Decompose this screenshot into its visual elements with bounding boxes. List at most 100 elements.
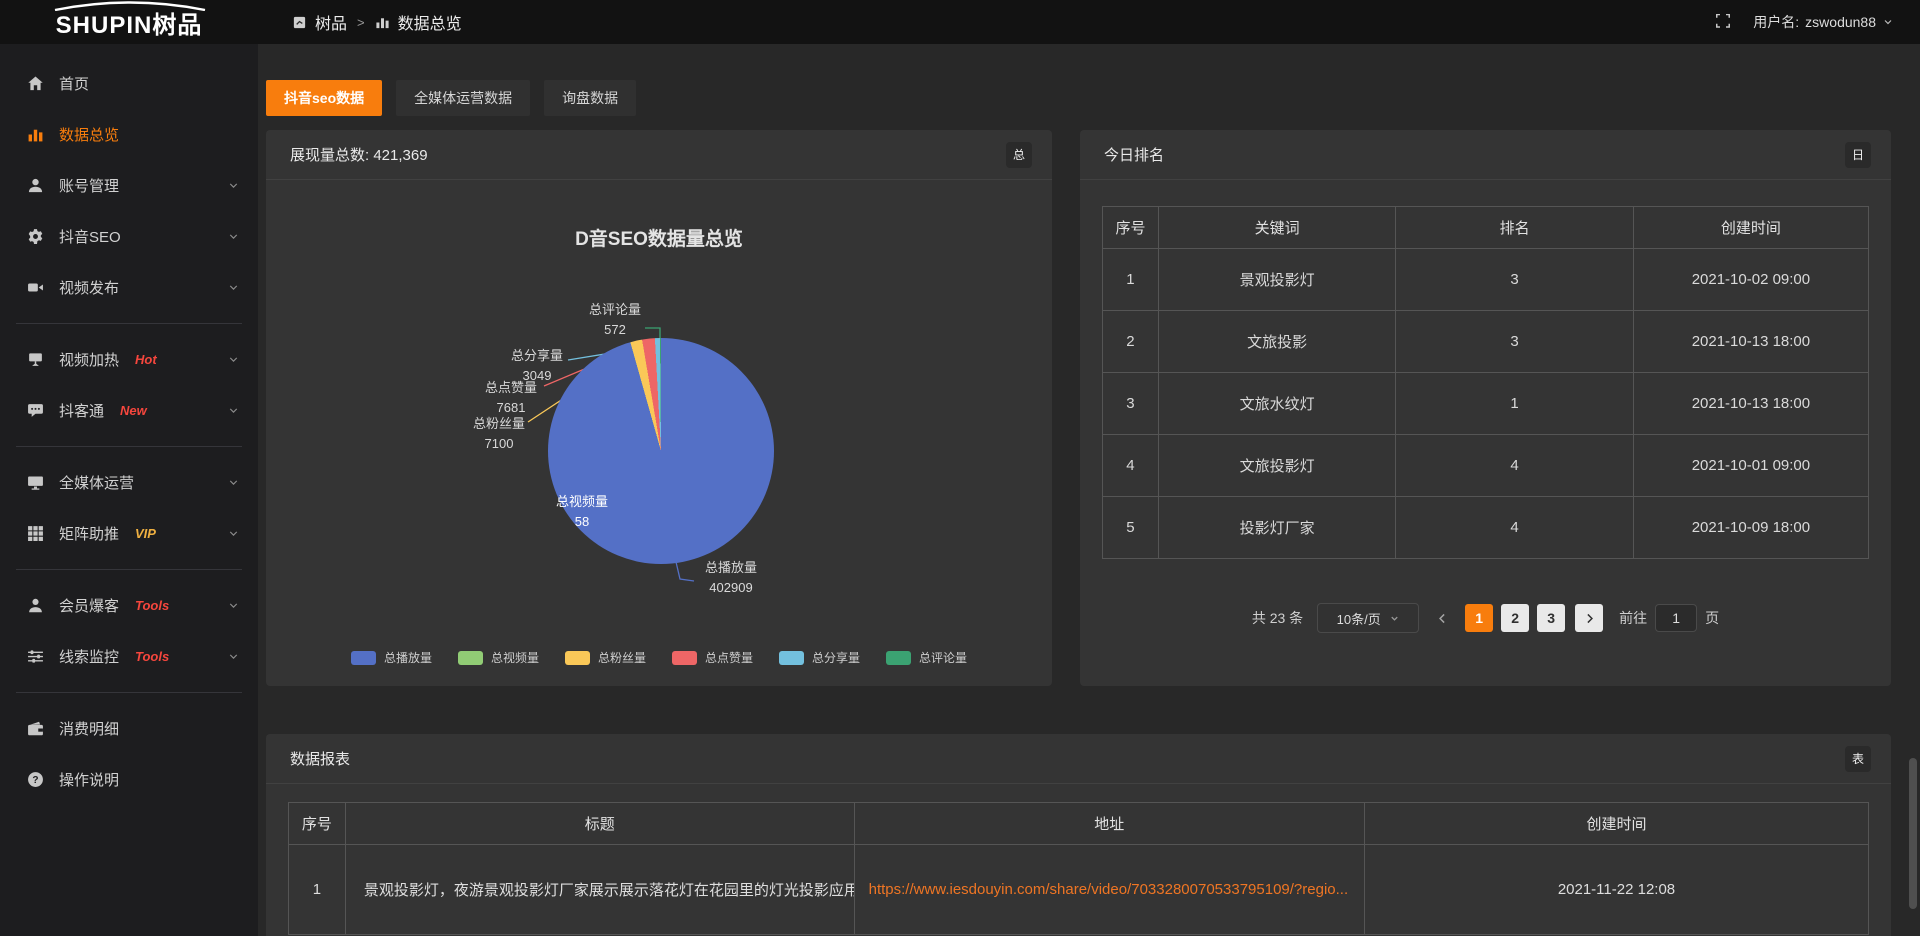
legend-item[interactable]: 总粉丝量 [565,649,646,666]
sidebar-item-clue-monitor[interactable]: 线索监控 Tools [0,631,258,682]
rank-table-row: 5投影灯厂家42021-10-09 18:00 [1103,497,1869,559]
sidebar-item-badge: Tools [135,649,169,664]
table-cell: 1 [1396,373,1633,435]
column-header: 关键词 [1158,207,1395,249]
report-table-row: 1景观投影灯，夜游景观投影灯厂家展示展示落花灯在花园里的灯光投影应用效果 #ht… [289,845,1869,935]
pagination: 共 23 条 10条/页 123 [1102,603,1869,633]
data-report-panel: 数据报表 表 序号标题地址创建时间 1景观投影灯，夜游景观投影灯厂家展示展示落花… [266,734,1891,936]
legend-item[interactable]: 总评论量 [886,649,967,666]
legend-item[interactable]: 总视频量 [458,649,539,666]
report-panel-title: 数据报表 [290,748,350,769]
table-cell: 4 [1396,435,1633,497]
tab-1[interactable]: 抖音seo数据 [266,80,382,116]
chevron-down-icon [227,599,240,612]
legend-label: 总点赞量 [705,649,753,666]
screen-icon [27,351,44,368]
sidebar-item-overview[interactable]: 数据总览 [0,109,258,160]
sidebar-item-badge: Tools [135,598,169,613]
table-cell: 4 [1396,497,1633,559]
column-header: 创建时间 [1364,803,1868,845]
overview-stat: 展现量总数: 421,369 [290,144,428,165]
home-icon [27,75,44,92]
sidebar-item-label: 抖客通 [59,400,104,421]
legend-item[interactable]: 总分享量 [779,649,860,666]
column-header: 创建时间 [1633,207,1868,249]
rank-table-row: 2文旅投影32021-10-13 18:00 [1103,311,1869,373]
chevron-down-icon [1882,16,1894,28]
sidebar-item-account[interactable]: 账号管理 [0,160,258,211]
app-square-icon [292,15,307,30]
column-header: 地址 [854,803,1364,845]
chevron-down-icon [227,353,240,366]
sidebar-item-media-ops[interactable]: 全媒体运营 [0,457,258,508]
prev-page-button[interactable] [1429,604,1455,632]
sidebar-item-label: 抖音SEO [59,226,121,247]
table-cell: 4 [1103,435,1159,497]
day-badge-button[interactable]: 日 [1845,142,1871,168]
sidebar-item-label: 首页 [59,73,89,94]
sidebar-item-badge: Hot [135,352,157,367]
sidebar-item-expense[interactable]: 消费明细 [0,703,258,754]
sidebar-item-label: 矩阵助推 [59,523,119,544]
user-menu[interactable]: 用户名: zswodun88 [1753,12,1894,32]
sidebar-item-label: 线索监控 [59,646,119,667]
tab-2[interactable]: 全媒体运营数据 [396,80,530,116]
pie-label-likes: 总点赞量7681 [466,378,556,417]
legend-item[interactable]: 总点赞量 [672,649,753,666]
page-button-3[interactable]: 3 [1537,604,1565,632]
total-badge-button[interactable]: 总 [1006,142,1032,168]
sidebar-item-label: 全媒体运营 [59,472,134,493]
scrollbar-thumb[interactable] [1909,758,1917,910]
goto-page-input[interactable] [1655,604,1697,632]
report-table-header: 序号标题地址创建时间 [289,803,1869,845]
top-header: SHUPIN树品 树品 > 数据总览 用户名: zswodun88 [0,0,1920,44]
overview-stat-label: 展现量总数: [290,147,369,164]
sidebar-item-label: 视频发布 [59,277,119,298]
sidebar-divider [16,569,242,570]
table-cell: 景观投影灯 [1158,249,1395,311]
sidebar-item-member[interactable]: 会员爆客 Tools [0,580,258,631]
breadcrumb-root[interactable]: 树品 [315,10,347,34]
username: zswodun88 [1805,14,1876,30]
sidebar-item-video-publish[interactable]: 视频发布 [0,262,258,313]
username-label: 用户名: [1753,12,1799,32]
legend-item[interactable]: 总播放量 [351,649,432,666]
wallet-icon [27,720,44,737]
sidebar-item-douyin-seo[interactable]: 抖音SEO [0,211,258,262]
sidebar-item-home[interactable]: 首页 [0,58,258,109]
table-cell: 2021-10-13 18:00 [1633,311,1868,373]
table-cell: 投影灯厂家 [1158,497,1395,559]
sidebar-item-label: 视频加热 [59,349,119,370]
table-cell: 1 [1103,249,1159,311]
legend-swatch [458,651,483,665]
page-button-1[interactable]: 1 [1465,604,1493,632]
sidebar-item-matrix-boost[interactable]: 矩阵助推 VIP [0,508,258,559]
breadcrumb-current[interactable]: 数据总览 [398,10,462,34]
fullscreen-icon[interactable] [1715,14,1731,30]
overview-chart-panel: 展现量总数: 421,369 总 D音SEO数据量总览 [266,130,1052,686]
tab-3[interactable]: 询盘数据 [544,80,636,116]
legend-label: 总分享量 [812,649,860,666]
table-badge-button[interactable]: 表 [1845,746,1871,772]
sidebar-item-video-heat[interactable]: 视频加热 Hot [0,334,258,385]
rank-panel-title: 今日排名 [1104,144,1164,165]
page-button-2[interactable]: 2 [1501,604,1529,632]
today-rank-panel: 今日排名 日 序号关键词排名创建时间 1景观投影灯32021-10-02 09:… [1080,130,1891,686]
table-cell: 2021-11-22 12:08 [1364,845,1868,935]
page-scrollbar[interactable] [1908,44,1918,936]
page-size-select[interactable]: 10条/页 [1317,603,1419,633]
video-link[interactable]: https://www.iesdouyin.com/share/video/70… [854,845,1364,935]
pie-chart: D音SEO数据量总览 总评论量572 总分享量3049 [266,180,1052,686]
legend-label: 总视频量 [491,649,539,666]
legend-label: 总播放量 [384,649,432,666]
table-cell: 2021-10-02 09:00 [1633,249,1868,311]
data-tabs: 抖音seo数据全媒体运营数据询盘数据 [266,80,1891,116]
pie-label-videos: 总视频量58 [537,492,627,531]
main-content: 抖音seo数据全媒体运营数据询盘数据 展现量总数: 421,369 总 D音SE… [258,44,1920,936]
rank-table-row: 3文旅水纹灯12021-10-13 18:00 [1103,373,1869,435]
chevron-down-icon [227,650,240,663]
sidebar-item-help[interactable]: ? 操作说明 [0,754,258,805]
next-page-button[interactable] [1575,604,1603,632]
logo[interactable]: SHUPIN树品 [0,0,258,44]
sidebar-item-douketong[interactable]: 抖客通 New [0,385,258,436]
